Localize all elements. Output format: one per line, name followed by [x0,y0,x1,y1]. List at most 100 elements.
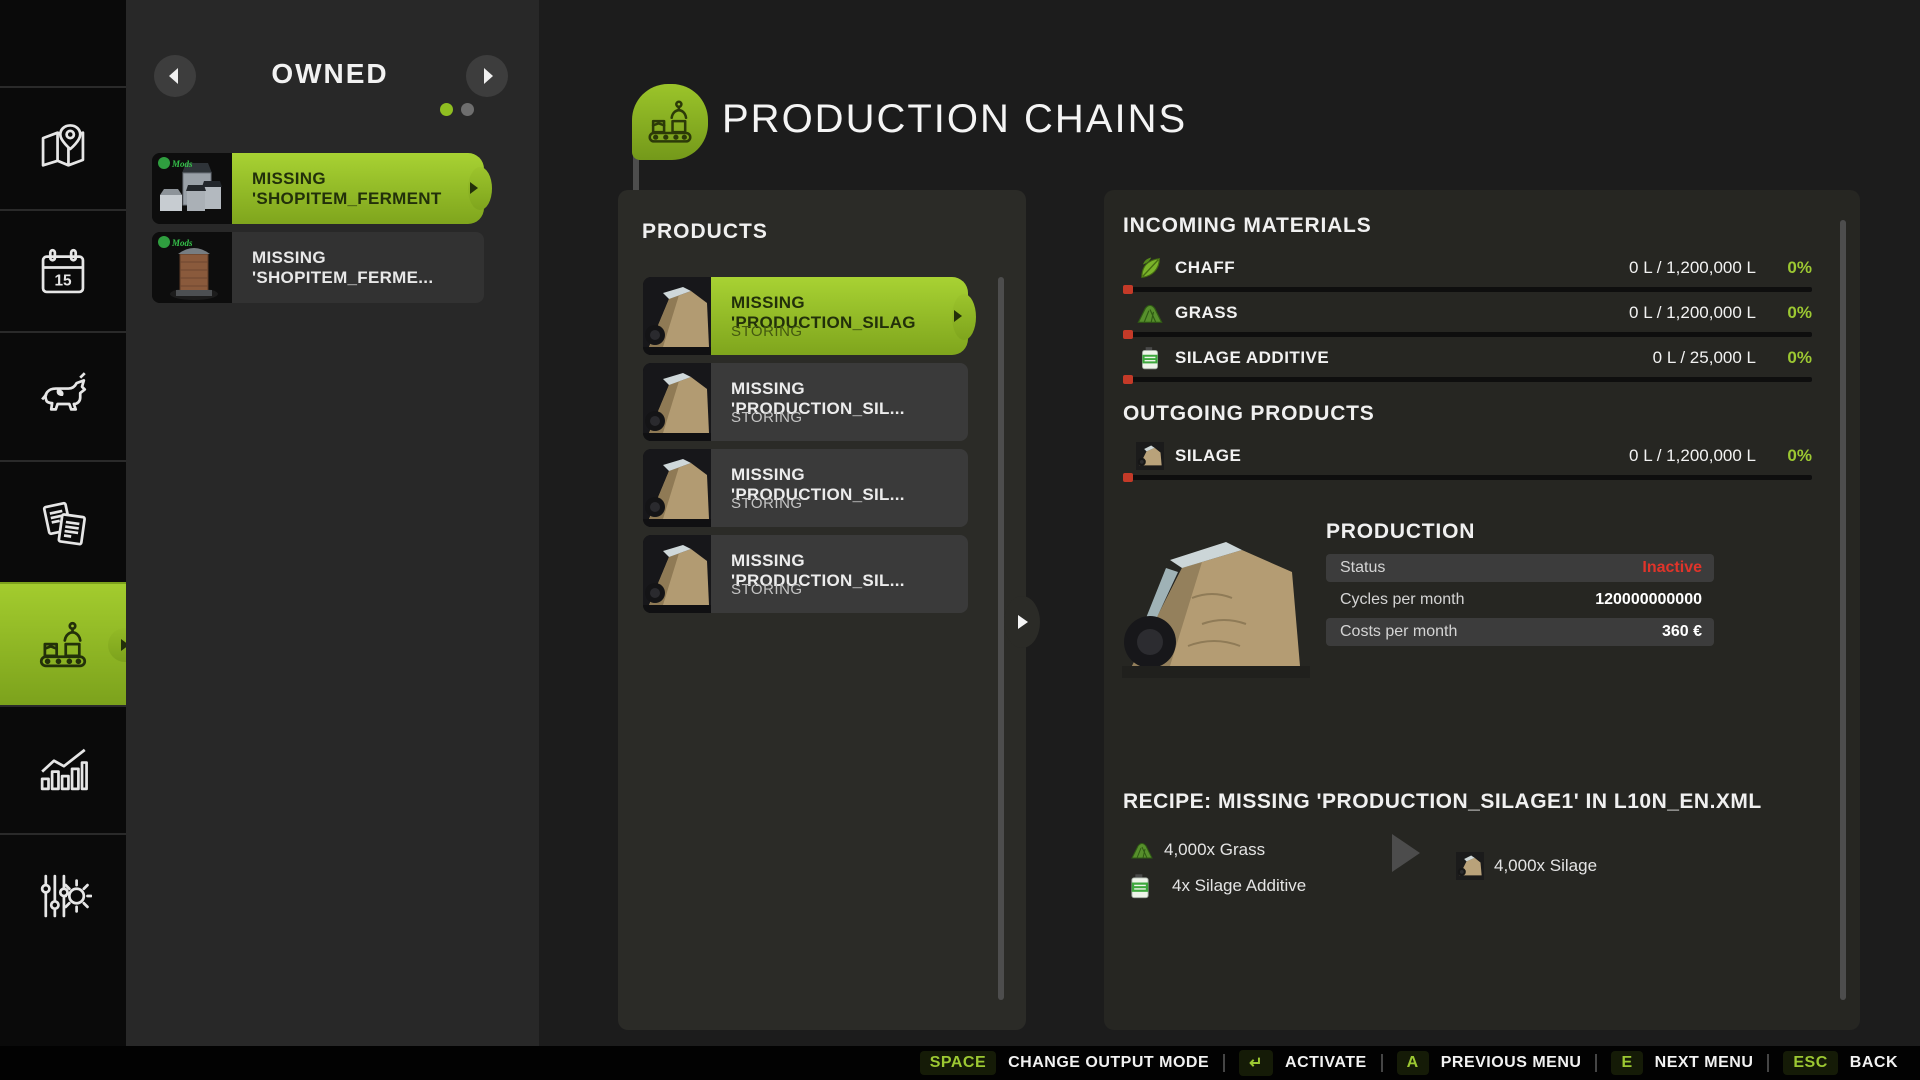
product-item[interactable]: MISSING 'PRODUCTION_SIL... STORING [643,363,968,441]
fill-level-marker [1123,375,1133,384]
material-name: CHAFF [1175,258,1235,278]
sidebar-item-map[interactable] [0,86,126,209]
svg-text:15: 15 [54,272,72,289]
grass-icon [1130,838,1154,862]
sidebar-item-contracts[interactable] [0,460,126,583]
fill-level-marker [1123,330,1133,339]
key-space[interactable]: SPACE [920,1051,996,1075]
main-menu-sidebar: 15 [0,0,126,1080]
fill-level-bar [1123,475,1812,480]
arrow-right-icon [1018,615,1028,629]
product-status: STORING [731,495,803,512]
keybind-previous-menu: A PREVIOUS MENU [1397,1051,1582,1075]
fill-level-bar [1123,377,1812,382]
recipe-input-qty: 4,000x Grass [1164,840,1265,860]
owned-item-thumbnail: Mods [152,153,232,224]
material-name: SILAGE ADDITIVE [1175,348,1329,368]
production-icon [34,616,92,674]
silage-additive-icon [1126,872,1154,900]
selected-arrow-icon [470,182,478,194]
keybind-label: NEXT MENU [1655,1054,1754,1072]
material-percent: 0% [1787,446,1812,466]
fill-level-bar [1123,287,1812,292]
material-amount: 0 L / 25,000 L [1653,348,1756,368]
product-item[interactable]: MISSING 'PRODUCTION_SIL... STORING [643,535,968,613]
owned-item-label: MISSING 'SHOPITEM_FERMENT [232,169,484,209]
material-percent: 0% [1787,303,1812,323]
svg-text:Mods: Mods [171,159,193,169]
product-item[interactable]: MISSING 'PRODUCTION_SILAG STORING [643,277,968,355]
row-label: Cycles per month [1340,591,1465,609]
fill-level-marker [1123,473,1133,482]
production-title: PRODUCTION [1326,520,1475,544]
material-row-silage: SILAGE 0 L / 1,200,000 L 0% [1123,440,1812,480]
sidebar-item-statistics[interactable] [0,705,126,828]
product-thumbnail [643,363,711,441]
recipe-arrow-icon [1392,834,1420,872]
production-detail-panel: INCOMING MATERIALS CHAFF 0 L / 1,200,000… [1104,190,1860,1030]
page-dot-inactive[interactable] [461,103,474,116]
production-row-costs: Costs per month 360 € [1326,618,1714,646]
recipe-title: RECIPE: MISSING 'PRODUCTION_SILAGE1' IN … [1123,790,1762,814]
product-thumbnail [643,277,711,355]
chevron-left-icon [169,68,178,84]
chevron-right-icon [484,68,493,84]
products-title: PRODUCTS [642,220,768,244]
product-status: STORING [731,323,803,340]
calendar-icon: 15 [34,243,92,301]
keybind-bar: SPACE CHANGE OUTPUT MODE ↵ ACTIVATE A PR… [0,1046,1920,1080]
owned-item-fermenting-silo[interactable]: Mods MISSING 'SHOPITEM_FERMENT [152,153,484,224]
selected-arrow-icon [954,310,962,322]
material-amount: 0 L / 1,200,000 L [1629,258,1756,278]
owned-prev-page-button[interactable] [154,55,196,97]
recipe-input-silage-additive: 4x Silage Additive [1126,872,1306,900]
material-row-silage-additive: SILAGE ADDITIVE 0 L / 25,000 L 0% [1123,342,1812,382]
sidebar-item-settings[interactable] [0,833,126,956]
key-a[interactable]: A [1397,1051,1429,1075]
row-label: Status [1340,559,1385,577]
silage-additive-icon [1135,343,1165,373]
next-panel-bump[interactable] [1004,596,1040,648]
silage-icon [1135,441,1165,471]
detail-scrollbar[interactable] [1840,220,1846,1000]
silage-icon [1456,852,1484,880]
chaff-icon [1135,253,1165,283]
products-scrollbar[interactable] [998,277,1004,1000]
key-return[interactable]: ↵ [1239,1050,1273,1076]
owned-item-fermenting-tower[interactable]: Mods MISSING 'SHOPITEM_FERME... [152,232,484,303]
product-status: STORING [731,581,803,598]
keybind-next-menu: E NEXT MENU [1611,1051,1753,1075]
sidebar-item-production[interactable] [0,582,126,705]
material-amount: 0 L / 1,200,000 L [1629,446,1756,466]
key-e[interactable]: E [1611,1051,1642,1075]
sidebar-item-calendar[interactable]: 15 [0,209,126,332]
recipe-output-qty: 4,000x Silage [1494,856,1597,876]
material-amount: 0 L / 1,200,000 L [1629,303,1756,323]
keybind-activate: ↵ ACTIVATE [1239,1050,1367,1076]
recipe-output-silage: 4,000x Silage [1456,852,1597,880]
keybind-back: ESC BACK [1783,1051,1898,1075]
separator [1223,1054,1225,1072]
material-name: GRASS [1175,303,1238,323]
owned-panel: OWNED Mods [126,0,539,1080]
keybind-label: PREVIOUS MENU [1441,1054,1582,1072]
production-row-status: Status Inactive [1326,554,1714,582]
material-percent: 0% [1787,348,1812,368]
keybind-change-output-mode: SPACE CHANGE OUTPUT MODE [920,1051,1209,1075]
owned-next-page-button[interactable] [466,55,508,97]
production-chains-screen: 15 [0,0,1920,1080]
material-row-grass: GRASS 0 L / 1,200,000 L 0% [1123,297,1812,337]
key-esc[interactable]: ESC [1783,1051,1837,1075]
product-status: STORING [731,409,803,426]
products-panel: PRODUCTS MISSING 'PRODUCTION_SILAG STORI… [618,190,1026,1030]
cycles-value: 120000000000 [1595,591,1702,609]
product-item[interactable]: MISSING 'PRODUCTION_SIL... STORING [643,449,968,527]
page-title: PRODUCTION CHAINS [722,97,1187,142]
svg-text:Mods: Mods [171,238,193,248]
product-thumbnail [643,449,711,527]
recipe-input-qty: 4x Silage Additive [1172,876,1306,896]
grass-icon [1135,298,1165,328]
production-row-cycles: Cycles per month 120000000000 [1326,586,1714,614]
sidebar-item-animals[interactable] [0,331,126,454]
product-thumbnail [643,535,711,613]
